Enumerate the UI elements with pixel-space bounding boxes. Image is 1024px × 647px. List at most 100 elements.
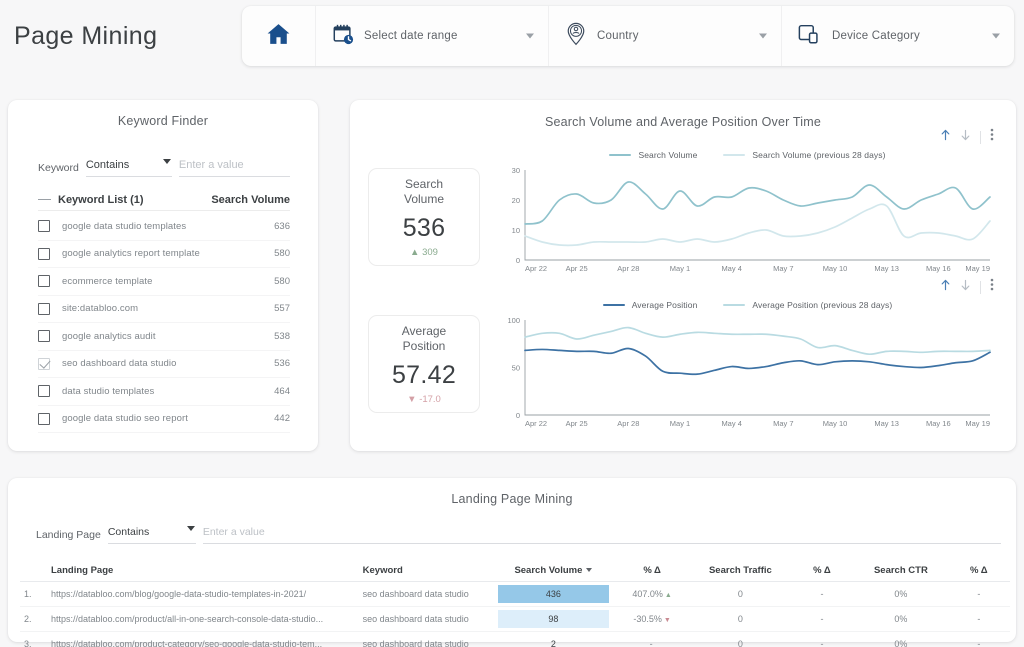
- col-keyword[interactable]: Keyword: [358, 560, 494, 582]
- row-search-volume-delta: -30.5% ▼: [613, 606, 692, 632]
- keyword-value-input[interactable]: Enter a value: [178, 155, 290, 177]
- x-axis-tick: May 7: [773, 264, 793, 273]
- row-search-volume-delta: -: [613, 631, 692, 647]
- keyword-row[interactable]: site:databloo.com 557: [38, 296, 290, 323]
- legend-swatch: [602, 304, 625, 306]
- row-search-traffic-delta: -: [789, 631, 855, 647]
- col-search-traffic[interactable]: Search Traffic: [691, 560, 790, 582]
- x-axis-tick: May 13: [874, 264, 899, 273]
- landing-page-filter-row: Landing Page Contains Enter a value: [36, 520, 1001, 544]
- keyword-row[interactable]: google analytics report template 580: [38, 241, 290, 268]
- row-search-traffic: 0: [691, 606, 790, 632]
- chevron-down-icon[interactable]: [759, 33, 767, 39]
- keyword-row-checkbox[interactable]: [38, 385, 50, 398]
- keyword-row[interactable]: google data studio templates 636: [38, 213, 290, 241]
- landing-page-table-body: 1. https://databloo.com/blog/google-data-…: [20, 581, 1010, 647]
- more-vertical-icon[interactable]: [990, 278, 994, 296]
- toolbar-divider: [980, 130, 981, 144]
- chart-series-line: [524, 326, 991, 356]
- keyword-operator-select[interactable]: Contains: [85, 155, 172, 177]
- home-button[interactable]: [242, 6, 316, 66]
- keyword-row-checkbox[interactable]: [38, 357, 50, 370]
- header: Page Mining Select date range Country De…: [0, 0, 1024, 72]
- arrow-down-icon[interactable]: [960, 128, 971, 146]
- keyword-list-column-header: Keyword List (1): [58, 193, 144, 206]
- keyword-row-checkbox[interactable]: [38, 275, 50, 288]
- keyword-row[interactable]: seo dashboard data studio 536: [38, 351, 290, 378]
- sort-desc-icon: [586, 568, 593, 573]
- y-axis-tick: 30: [512, 166, 520, 175]
- chart-average-position-legend: Average Position Average Position (previ…: [495, 300, 1000, 310]
- search-volume-column-header: Search Volume: [211, 193, 290, 206]
- row-index: 1.: [20, 581, 47, 607]
- col-search-volume[interactable]: Search Volume: [493, 560, 614, 582]
- col-search-traffic-delta[interactable]: % Δ: [789, 560, 855, 582]
- country-filter[interactable]: Country: [549, 6, 782, 66]
- legend-swatch: [723, 304, 746, 306]
- landing-page-value-input[interactable]: Enter a value: [202, 522, 1001, 544]
- keyword-row-volume: 580: [274, 275, 290, 287]
- x-axis-tick: May 10: [823, 419, 848, 428]
- more-vertical-icon[interactable]: [990, 128, 994, 146]
- row-search-volume: 98: [493, 606, 614, 632]
- chevron-down-icon[interactable]: [992, 33, 1000, 39]
- keyword-row-checkbox[interactable]: [38, 330, 50, 343]
- chart-search-volume-toolbar: [940, 128, 994, 146]
- row-search-volume-bar: 98: [497, 610, 610, 628]
- row-search-ctr-delta: -: [947, 631, 1010, 647]
- row-landing-page[interactable]: https://databloo.com/blog/google-data-st…: [47, 581, 359, 607]
- table-header-row: Landing Page Keyword Search Volume % Δ S…: [20, 560, 1010, 582]
- keyword-row-name: google data studio templates: [62, 220, 187, 232]
- keyword-row[interactable]: data studio templates 464: [38, 378, 290, 406]
- chart-average-position-toolbar: [940, 278, 994, 296]
- delta-value: 309: [422, 246, 438, 258]
- keyword-row-name: seo dashboard data studio: [62, 358, 177, 370]
- scorecard-average-position-delta: ▼ -17.0: [407, 394, 441, 405]
- row-landing-page[interactable]: https://databloo.com/product/all-in-one-…: [47, 606, 359, 632]
- table-row[interactable]: 2. https://databloo.com/product/all-in-on…: [20, 606, 1010, 632]
- keyword-row-volume: 442: [274, 413, 290, 425]
- arrow-down-icon[interactable]: [960, 278, 971, 296]
- y-axis-tick: 50: [512, 364, 520, 373]
- chart-average-position-plot: 0 50 100 Apr 22 Apr 25 Apr 28 May 1 May 4 May 7 M…: [495, 314, 996, 433]
- scorecard-search-volume-delta: ▲ 309: [410, 247, 438, 258]
- col-search-ctr-delta[interactable]: % Δ: [947, 560, 1010, 582]
- y-axis-tick: 0: [516, 256, 520, 265]
- row-index: 3.: [20, 631, 47, 647]
- chevron-down-icon: [162, 159, 171, 164]
- row-search-volume-delta-value: 407.0%: [632, 589, 663, 599]
- arrow-up-icon: ▲: [410, 246, 420, 258]
- delta-value: -17.0: [419, 393, 441, 405]
- chart-series-line: [524, 203, 991, 247]
- arrow-up-icon[interactable]: [940, 278, 951, 296]
- legend-label: Search Volume: [638, 150, 698, 160]
- scorecard-average-position: Average Position 57.42 ▼ -17.0: [368, 315, 480, 413]
- legend-item: Average Position (previous 28 days): [723, 300, 892, 310]
- col-search-volume-delta[interactable]: % Δ: [613, 560, 692, 582]
- charts-panel-title: Search Volume and Average Position Over …: [544, 115, 822, 129]
- legend-item: Search Volume: [609, 150, 697, 160]
- row-search-volume-delta-value: -: [649, 639, 653, 647]
- keyword-row[interactable]: google analytics audit 538: [38, 323, 290, 351]
- keyword-row[interactable]: ecommerce template 580: [38, 268, 290, 296]
- table-row[interactable]: 1. https://databloo.com/blog/google-data-…: [20, 581, 1010, 607]
- chevron-down-icon[interactable]: [526, 33, 534, 39]
- arrow-down-icon: ▼: [407, 393, 417, 405]
- arrow-up-icon[interactable]: [940, 128, 951, 146]
- keyword-row[interactable]: google data studio seo report 442: [38, 406, 290, 433]
- landing-page-operator-select[interactable]: Contains: [107, 522, 196, 544]
- row-landing-page[interactable]: https://databloo.com/product-category/se…: [47, 631, 359, 647]
- keyword-row-name: ecommerce template: [62, 275, 153, 287]
- keyword-row-checkbox[interactable]: [38, 302, 50, 315]
- col-landing-page[interactable]: Landing Page: [47, 560, 359, 582]
- date-range-filter[interactable]: Select date range: [316, 6, 549, 66]
- table-row[interactable]: 3. https://databloo.com/product-category/…: [20, 631, 1010, 647]
- keyword-row-checkbox[interactable]: [38, 220, 50, 233]
- col-search-ctr[interactable]: Search CTR: [854, 560, 948, 582]
- keyword-row-checkbox[interactable]: [38, 412, 50, 425]
- keyword-row-checkbox[interactable]: [38, 247, 50, 260]
- row-index: 2.: [20, 606, 47, 632]
- collapse-minus-icon[interactable]: [38, 198, 51, 201]
- row-search-ctr-delta: -: [947, 581, 1010, 607]
- device-category-filter[interactable]: Device Category: [782, 6, 1014, 66]
